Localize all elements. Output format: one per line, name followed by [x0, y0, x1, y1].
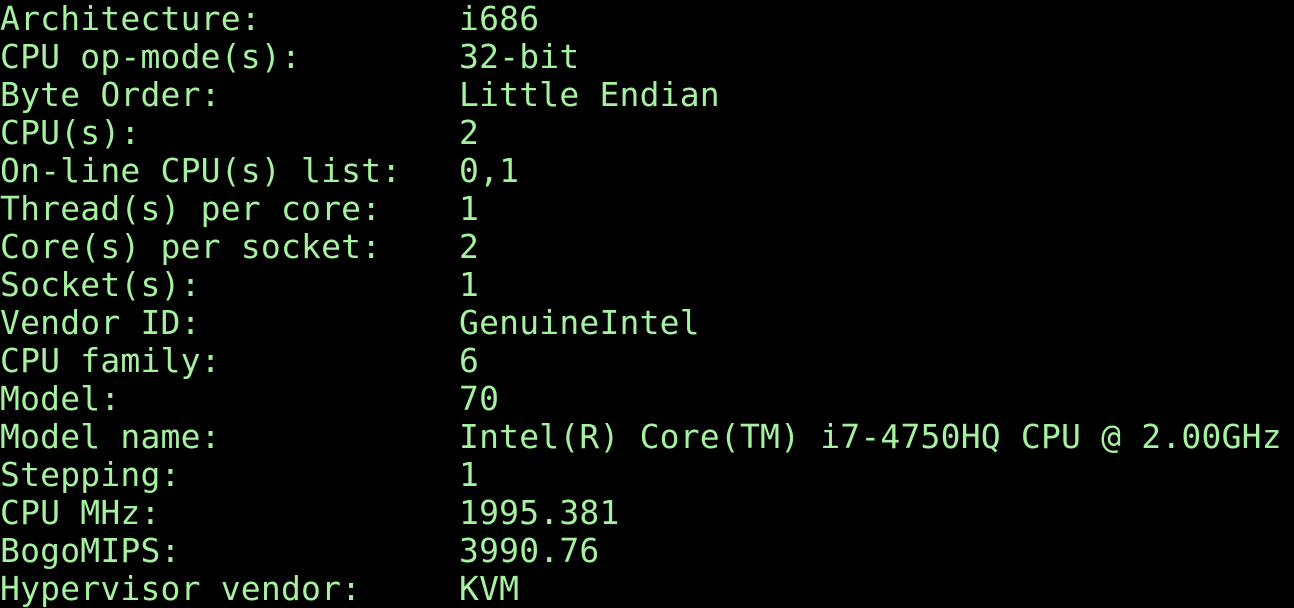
- row-value: 1: [459, 455, 480, 494]
- lscpu-row-model: Model: 70: [0, 380, 1294, 418]
- row-label: Vendor ID:: [0, 303, 201, 342]
- lscpu-row-cpu-family: CPU family: 6: [0, 342, 1294, 380]
- lscpu-row-vendor-id: Vendor ID: GenuineIntel: [0, 304, 1294, 342]
- lscpu-row-sockets: Socket(s): 1: [0, 266, 1294, 304]
- row-value: 0,1: [459, 151, 520, 190]
- row-label: Core(s) per socket:: [0, 227, 382, 266]
- row-label: CPU family:: [0, 341, 221, 380]
- row-value: Little Endian: [459, 75, 720, 114]
- lscpu-row-stepping: Stepping: 1: [0, 456, 1294, 494]
- row-value: 2: [459, 227, 480, 266]
- row-label: CPU MHz:: [0, 493, 161, 532]
- row-label: Model:: [0, 379, 121, 418]
- row-value: Intel(R) Core(TM) i7-4750HQ CPU @ 2.00GH…: [459, 417, 1282, 456]
- row-value: i686: [459, 0, 540, 38]
- row-label: Hypervisor vendor:: [0, 569, 362, 608]
- row-value: 1995.381: [459, 493, 620, 532]
- row-value: 2: [459, 113, 480, 152]
- lscpu-row-byte-order: Byte Order: Little Endian: [0, 76, 1294, 114]
- row-label: Socket(s):: [0, 265, 201, 304]
- row-label: Thread(s) per core:: [0, 189, 382, 228]
- lscpu-row-hypervisor-vendor: Hypervisor vendor: KVM: [0, 570, 1294, 608]
- row-label: CPU(s):: [0, 113, 141, 152]
- row-value: GenuineIntel: [459, 303, 700, 342]
- lscpu-row-cpus: CPU(s): 2: [0, 114, 1294, 152]
- row-label: CPU op-mode(s):: [0, 37, 302, 76]
- row-value: 1: [459, 265, 480, 304]
- row-value: 3990.76: [459, 531, 600, 570]
- row-value: 1: [459, 189, 480, 228]
- lscpu-row-cpu-mhz: CPU MHz: 1995.381: [0, 494, 1294, 532]
- lscpu-row-threads-per-core: Thread(s) per core: 1: [0, 190, 1294, 228]
- row-label: Stepping:: [0, 455, 181, 494]
- terminal-output: Architecture: i686 CPU op-mode(s): 32-bi…: [0, 0, 1294, 608]
- row-label: Model name:: [0, 417, 221, 456]
- lscpu-row-bogomips: BogoMIPS: 3990.76: [0, 532, 1294, 570]
- row-label: On-line CPU(s) list:: [0, 151, 402, 190]
- row-label: Byte Order:: [0, 75, 221, 114]
- lscpu-row-cores-per-socket: Core(s) per socket: 2: [0, 228, 1294, 266]
- row-value: 6: [459, 341, 480, 380]
- row-value: 70: [459, 379, 500, 418]
- row-value: KVM: [459, 569, 520, 608]
- row-value: 32-bit: [459, 37, 580, 76]
- row-label: BogoMIPS:: [0, 531, 181, 570]
- lscpu-row-online-cpu-list: On-line CPU(s) list: 0,1: [0, 152, 1294, 190]
- lscpu-row-architecture: Architecture: i686: [0, 0, 1294, 38]
- lscpu-row-model-name: Model name: Intel(R) Core(TM) i7-4750HQ …: [0, 418, 1294, 456]
- row-label: Architecture:: [0, 0, 261, 38]
- lscpu-row-cpu-op-mode: CPU op-mode(s): 32-bit: [0, 38, 1294, 76]
